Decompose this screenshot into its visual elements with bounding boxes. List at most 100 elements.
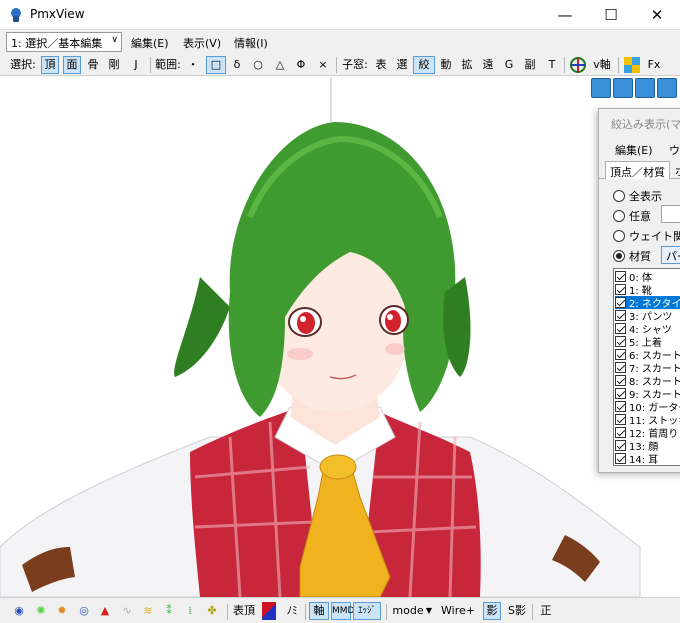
minimize-button[interactable]: — (542, 0, 588, 30)
tab-vertex-material[interactable]: 頂点／材質 (605, 161, 670, 179)
physics-icon[interactable]: ✤ (205, 602, 219, 620)
checkbox-checked-icon[interactable] (615, 284, 626, 295)
select-label: 選択: (10, 58, 36, 71)
wire-plus-button[interactable]: Wire+ (440, 602, 476, 620)
grid-color-icon[interactable] (623, 56, 641, 74)
color-swatch-icon[interactable] (262, 602, 276, 620)
radio-arbitrary[interactable]: 任意 (613, 209, 651, 223)
window-title: PmxView (30, 7, 85, 21)
radio-dot (613, 250, 625, 262)
bone-pattern-icon[interactable]: ✹ (55, 602, 69, 620)
checkbox-checked-icon[interactable] (615, 375, 626, 386)
correct-button[interactable]: 正 (537, 602, 555, 620)
checkbox-checked-icon[interactable] (615, 427, 626, 438)
status-bar: ◉ ✺ ✹ ◎ ▲ ∿ ≋ ⁑ ⁞ ✤ 表頂 ﾉﾐ 軸 MMD ｴｯｼﾞ mod… (0, 597, 680, 623)
radio-label: 材質 (629, 250, 651, 263)
axis-button[interactable]: 軸 (309, 602, 329, 620)
checkbox-checked-icon[interactable] (615, 297, 626, 308)
app-icon (11, 8, 21, 22)
triangle-icon[interactable]: ▲ (98, 602, 112, 620)
child-table-button[interactable]: 表 (373, 56, 389, 74)
radio-label: 全表示 (629, 190, 662, 203)
checkbox-checked-icon[interactable] (615, 323, 626, 334)
checkbox-checked-icon[interactable] (615, 336, 626, 347)
radio-dot (613, 210, 625, 222)
checkbox-checked-icon[interactable] (615, 362, 626, 373)
wave-icon[interactable]: ∿ (119, 602, 135, 620)
weight-icon[interactable]: ≋ (141, 602, 155, 620)
range-circle-button[interactable]: ○ (251, 56, 265, 74)
radio-weight-related[interactable]: ウェイト関連 (613, 229, 680, 243)
material-list-item[interactable]: 14: 耳 (615, 452, 680, 465)
panel-menu-edit[interactable]: 編集(E) (615, 142, 653, 158)
range-clear-button[interactable]: × (316, 56, 330, 74)
radio-label: ウェイト関連 (629, 230, 680, 243)
checkbox-checked-icon[interactable] (615, 414, 626, 425)
checkbox-checked-icon[interactable] (615, 349, 626, 360)
child-scale-button[interactable]: 拡 (459, 56, 475, 74)
child-move-button[interactable]: 動 (438, 56, 454, 74)
range-phi-button[interactable]: Φ (294, 56, 308, 74)
checkbox-checked-icon[interactable] (615, 388, 626, 399)
child-distance-button[interactable]: 遠 (480, 56, 496, 74)
v-axis-button[interactable]: v軸 (590, 56, 614, 74)
target-icon[interactable]: ◎ (77, 602, 91, 620)
mode-select[interactable]: 1: 選択／基本編集 ∨ (6, 32, 122, 52)
edge-button[interactable]: ｴｯｼﾞ (353, 602, 381, 620)
sparkle-icon[interactable]: ✺ (34, 602, 48, 620)
menu-view[interactable]: 表示(V) (183, 35, 221, 51)
shadow-button[interactable]: 影 (483, 602, 501, 620)
child-filter-button[interactable]: 絞 (413, 56, 435, 74)
zoom-icon[interactable] (635, 78, 655, 98)
axis-globe-icon[interactable] (569, 56, 587, 74)
rotate-icon[interactable] (657, 78, 677, 98)
panel-tabs: 頂点／材質 ボ (599, 161, 680, 179)
checkbox-checked-icon[interactable] (615, 271, 626, 282)
close-button[interactable]: ✕ (634, 0, 680, 30)
radio-label: 任意 (629, 210, 651, 223)
child-sub-button[interactable]: 副 (522, 56, 538, 74)
range-rect-button[interactable]: □ (206, 56, 226, 74)
range-point-button[interactable]: ・ (186, 56, 200, 74)
statusbar-separator (386, 604, 387, 620)
select-rigid-button[interactable]: 剛 (106, 56, 122, 74)
toolbar-separator (618, 57, 619, 73)
radio-show-all[interactable]: 全表示 (613, 189, 662, 203)
child-t-button[interactable]: T (544, 56, 560, 74)
select-bone-button[interactable]: 骨 (85, 56, 101, 74)
fx-button[interactable]: Fx (645, 56, 663, 74)
select-joint-button[interactable]: J (128, 56, 144, 74)
select-all-icon[interactable]: ◉ (12, 602, 26, 620)
range-delta-button[interactable]: δ (230, 56, 244, 74)
mmd-button[interactable]: MMD (331, 602, 354, 620)
chain-icon[interactable]: ⁑ (162, 602, 176, 620)
move-icon[interactable] (613, 78, 633, 98)
child-select-button[interactable]: 選 (394, 56, 410, 74)
menu-info[interactable]: 情報(I) (234, 35, 268, 51)
checkbox-checked-icon[interactable] (615, 310, 626, 321)
statusbar-separator (305, 604, 306, 620)
material-list[interactable]: 0: 体1: 靴2: ネクタイ3: パンツ4: シャツ5: 上着6: スカート1… (613, 268, 680, 466)
select-face-button[interactable]: 面 (63, 56, 81, 74)
panel-menu-weight[interactable]: ウェ (669, 142, 680, 158)
radio-material[interactable]: 材質 (613, 249, 651, 263)
maximize-button[interactable]: ☐ (588, 0, 634, 30)
pan-icon[interactable] (591, 78, 611, 98)
tab-bone[interactable]: ボ (671, 161, 680, 179)
child-g-button[interactable]: G (501, 56, 517, 74)
self-shadow-button[interactable]: S影 (506, 602, 528, 620)
arbitrary-input[interactable] (661, 205, 680, 223)
select-vertex-button[interactable]: 頂 (41, 56, 59, 74)
checkbox-checked-icon[interactable] (615, 401, 626, 412)
parts-button[interactable]: パー (661, 246, 680, 264)
link-icon[interactable]: ⁞ (183, 602, 197, 620)
table-vertex-button[interactable]: 表頂 (232, 602, 256, 620)
mi-button[interactable]: ﾉﾐ (284, 602, 300, 620)
3d-viewport[interactable] (0, 77, 680, 597)
mode-label[interactable]: mode (392, 602, 424, 620)
range-triangle-button[interactable]: △ (273, 56, 287, 74)
checkbox-checked-icon[interactable] (615, 440, 626, 451)
caret-down-icon[interactable]: ▼ (424, 602, 434, 620)
menu-edit[interactable]: 編集(E) (131, 35, 169, 51)
checkbox-checked-icon[interactable] (615, 453, 626, 464)
